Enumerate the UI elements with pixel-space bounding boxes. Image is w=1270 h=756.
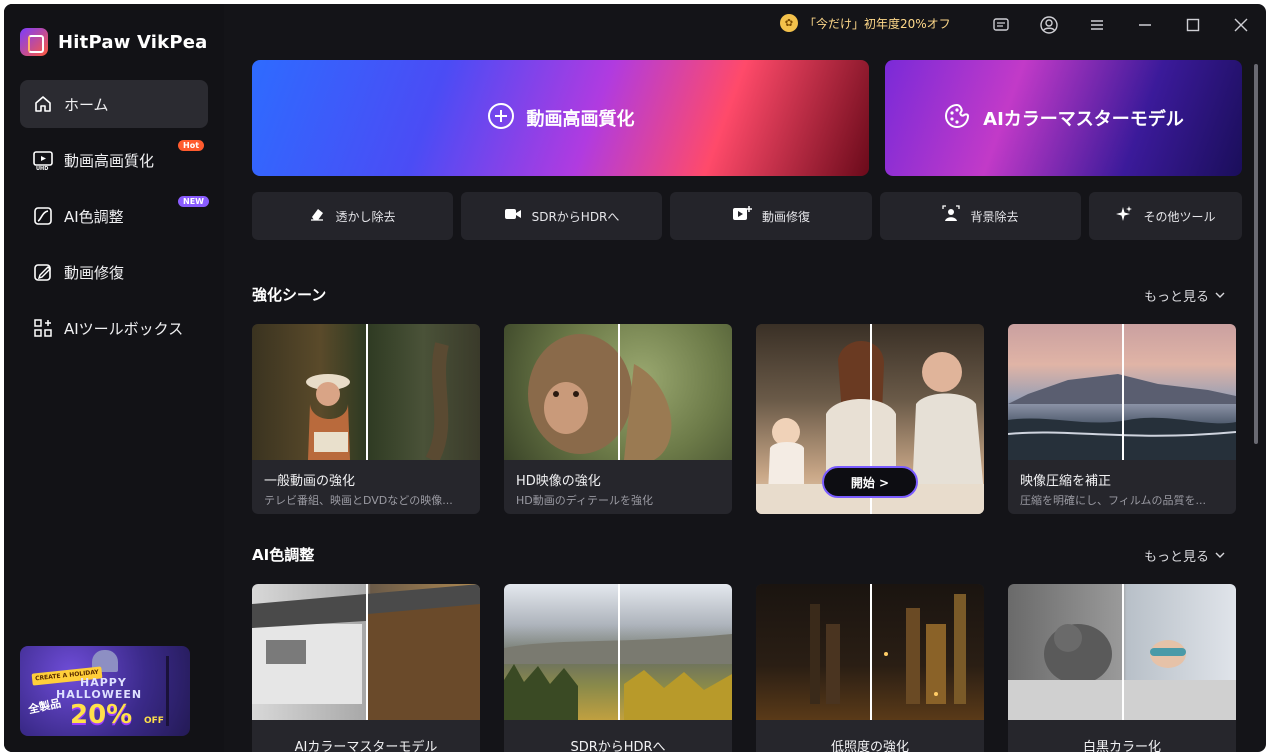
sidebar-item-video-enhance[interactable]: UHD 動画高画質化 Hot — [20, 136, 208, 184]
eraser-icon — [309, 206, 325, 226]
card-title: SDRからHDRへ — [570, 740, 666, 752]
sidebar-item-label: AIツールボックス — [64, 319, 184, 338]
see-more-label: もっと見る — [1144, 290, 1210, 305]
app-logo-icon — [20, 28, 48, 56]
section-title-color: AI色調整 — [252, 546, 315, 564]
toolbox-icon — [32, 317, 54, 339]
scene-card-general[interactable]: 一般動画の強化 テレビ番組、映画とDVDなどの映像... — [252, 324, 480, 514]
menu-icon[interactable] — [1086, 14, 1108, 36]
vertical-scrollbar[interactable] — [1254, 64, 1258, 444]
brand: HitPaw VikPea — [20, 28, 208, 56]
compare-divider — [618, 584, 620, 720]
tree-icon — [166, 656, 186, 726]
card-title: 白黒カラー化 — [1082, 740, 1161, 752]
offer-link[interactable]: ✿ 「今だけ」初年度20%オフ — [780, 14, 951, 32]
tool-sdr-to-hdr[interactable]: SDRからHDRへ — [461, 192, 662, 240]
promo-off: OFF — [144, 716, 164, 726]
chevron-down-icon — [1215, 548, 1225, 563]
home-icon — [32, 93, 54, 115]
start-button[interactable]: 開始 > — [822, 466, 918, 498]
chevron-down-icon — [1215, 288, 1225, 303]
card-description: HD動画のディテールを強化 — [516, 494, 653, 507]
card-title: HD映像の強化 — [516, 474, 601, 489]
sidebar-item-toolbox[interactable]: AIツールボックス — [20, 304, 208, 352]
see-more-enhance[interactable]: もっと見る — [1144, 286, 1225, 305]
palette-icon — [943, 102, 971, 134]
sidebar-item-label: 動画高画質化 — [64, 151, 155, 170]
plus-circle-icon — [487, 102, 515, 134]
card-title: 映像圧縮を補正 — [1020, 474, 1112, 489]
color-card-sdr-hdr[interactable]: SDRからHDRへ — [504, 584, 732, 752]
camera-icon — [504, 206, 522, 226]
scene-card-family[interactable]: 開始 > — [756, 324, 984, 514]
hero-secondary-label: AIカラーマスターモデル — [983, 109, 1184, 130]
ai-color-master-hero-button[interactable]: AIカラーマスターモデル — [885, 60, 1242, 176]
color-card-bw-colorize[interactable]: 白黒カラー化 — [1008, 584, 1236, 752]
app-window: HitPaw VikPea ホーム UHD 動画高画質化 Hot AI色調整 N… — [4, 4, 1266, 752]
new-badge: NEW — [178, 196, 209, 207]
minimize-icon[interactable] — [1134, 14, 1156, 36]
card-title: 低照度の強化 — [830, 740, 909, 752]
section-title-enhance: 強化シーン — [252, 286, 327, 304]
sidebar-item-label: 動画修復 — [64, 263, 125, 282]
offer-text: 「今だけ」初年度20%オフ — [804, 16, 951, 31]
sidebar-item-label: ホーム — [64, 95, 109, 114]
promo-percent: 20% — [70, 700, 133, 730]
tool-label: 動画修復 — [761, 209, 810, 224]
tool-label: 透かし除去 — [335, 209, 396, 224]
card-description: テレビ番組、映画とDVDなどの映像... — [264, 494, 453, 507]
title-bar: ✿ 「今だけ」初年度20%オフ — [224, 4, 1266, 44]
feedback-icon[interactable] — [990, 14, 1012, 36]
main-content: 動画高画質化 AIカラーマスターモデル 透かし除去 SDRからHDRへ 動画修復… — [224, 44, 1266, 752]
card-title: 一般動画の強化 — [264, 474, 356, 489]
compare-divider — [1122, 584, 1124, 720]
gift-icon: ✿ — [780, 14, 798, 32]
tool-other[interactable]: その他ツール — [1089, 192, 1242, 240]
tool-row: 透かし除去 SDRからHDRへ 動画修復 背景除去 その他ツール — [252, 192, 1242, 240]
svg-text:UHD: UHD — [36, 166, 48, 171]
promo-tag: 全製品 — [27, 696, 63, 717]
repair-icon — [32, 261, 54, 283]
sidebar-item-repair[interactable]: 動画修復 — [20, 248, 208, 296]
tool-label: その他ツール — [1143, 209, 1216, 224]
sidebar: HitPaw VikPea ホーム UHD 動画高画質化 Hot AI色調整 N… — [4, 4, 224, 752]
see-more-label: もっと見る — [1144, 550, 1210, 565]
card-description: 圧縮を明確にし、フィルムの品質を... — [1020, 494, 1207, 507]
compare-divider — [618, 324, 620, 460]
compare-divider — [870, 584, 872, 720]
compare-divider — [366, 324, 368, 460]
color-card-lowlight[interactable]: 低照度の強化 — [756, 584, 984, 752]
hot-badge: Hot — [178, 140, 205, 151]
compare-divider — [366, 584, 368, 720]
scene-card-compression[interactable]: 映像圧縮を補正 圧縮を明確にし、フィルムの品質を... — [1008, 324, 1236, 514]
sidebar-item-label: AI色調整 — [64, 207, 124, 226]
sidebar-item-ai-color[interactable]: AI色調整 NEW — [20, 192, 209, 240]
see-more-color[interactable]: もっと見る — [1144, 546, 1225, 565]
color-card-master[interactable]: AIカラーマスターモデル — [252, 584, 480, 752]
compare-divider — [1122, 324, 1124, 460]
tool-video-repair[interactable]: 動画修復 — [670, 192, 872, 240]
video-enhance-hero-button[interactable]: 動画高画質化 — [252, 60, 869, 176]
card-title: AIカラーマスターモデル — [294, 740, 438, 752]
person-bg-icon — [942, 205, 961, 227]
close-icon[interactable] — [1230, 14, 1252, 36]
color-curve-icon — [32, 205, 54, 227]
app-name: HitPaw VikPea — [58, 31, 208, 53]
sidebar-item-home[interactable]: ホーム — [20, 80, 208, 128]
tool-watermark-remove[interactable]: 透かし除去 — [252, 192, 453, 240]
account-icon[interactable] — [1038, 14, 1060, 36]
tool-label: SDRからHDRへ — [531, 209, 620, 224]
uhd-video-icon: UHD — [32, 149, 54, 171]
hero-primary-label: 動画高画質化 — [526, 109, 635, 130]
scene-card-hd[interactable]: HD映像の強化 HD動画のディテールを強化 — [504, 324, 732, 514]
maximize-icon[interactable] — [1182, 14, 1204, 36]
sparkle-icon — [1115, 205, 1133, 227]
tool-background-remove[interactable]: 背景除去 — [880, 192, 1081, 240]
video-add-icon — [732, 205, 752, 227]
sidebar-nav: ホーム UHD 動画高画質化 Hot AI色調整 NEW 動画修復 AIツールボ… — [20, 80, 209, 360]
halloween-promo-banner[interactable]: CREATE A HOLIDAY HAPPY HALLOWEEN 全製品 20%… — [20, 646, 190, 736]
tool-label: 背景除去 — [970, 209, 1019, 224]
